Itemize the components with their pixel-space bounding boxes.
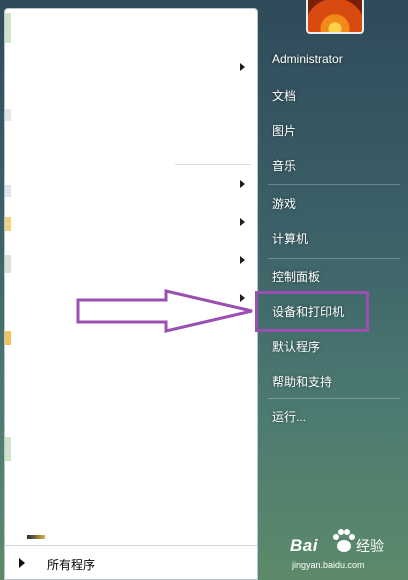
watermark-logo-text: Bai xyxy=(290,536,318,555)
right-triangle-icon xyxy=(19,558,25,568)
all-programs-label: 所有程序 xyxy=(47,558,96,572)
run-link[interactable]: 运行... xyxy=(272,408,306,425)
default-programs-link[interactable]: 默认程序 xyxy=(272,338,320,355)
places-separator xyxy=(268,258,400,259)
paw-icon xyxy=(333,529,355,552)
places-pane: Administrator 文档 图片 音乐 游戏 计算机 控制面板 设备和打印… xyxy=(258,0,408,580)
highlight-box xyxy=(255,291,369,332)
games-link[interactable]: 游戏 xyxy=(272,195,296,212)
watermark-url: jingyan.baidu.com xyxy=(292,560,365,570)
places-separator xyxy=(268,184,400,185)
program-icon-fragment xyxy=(5,437,11,461)
program-icon-fragment xyxy=(5,255,11,273)
program-icon-fragment xyxy=(5,185,11,197)
annotation-arrow-icon xyxy=(76,289,253,333)
submenu-arrow-icon[interactable] xyxy=(240,256,245,264)
submenu-arrow-icon[interactable] xyxy=(240,180,245,188)
program-icon-fragment xyxy=(27,535,45,539)
program-icon-fragment xyxy=(5,331,11,345)
user-avatar[interactable] xyxy=(306,0,364,34)
documents-link[interactable]: 文档 xyxy=(272,87,296,104)
control-panel-link[interactable]: 控制面板 xyxy=(272,268,320,285)
music-link[interactable]: 音乐 xyxy=(272,157,296,174)
help-and-support-link[interactable]: 帮助和支持 xyxy=(272,373,332,390)
baidu-jingyan-watermark: Bai 经验 jingyan.baidu.com xyxy=(290,522,400,578)
program-icon-fragment xyxy=(5,217,11,231)
submenu-arrow-icon[interactable] xyxy=(240,63,245,71)
program-icon-fragment xyxy=(5,13,11,43)
all-programs-button[interactable]: 所有程序 xyxy=(5,545,257,579)
user-name-link[interactable]: Administrator xyxy=(272,52,343,66)
program-icon-fragment xyxy=(5,109,11,121)
computer-link[interactable]: 计算机 xyxy=(272,230,308,247)
pictures-link[interactable]: 图片 xyxy=(272,122,296,139)
watermark-brand-text: 经验 xyxy=(356,538,384,554)
submenu-arrow-icon[interactable] xyxy=(240,218,245,226)
menu-separator xyxy=(175,164,251,165)
places-separator xyxy=(268,398,400,399)
